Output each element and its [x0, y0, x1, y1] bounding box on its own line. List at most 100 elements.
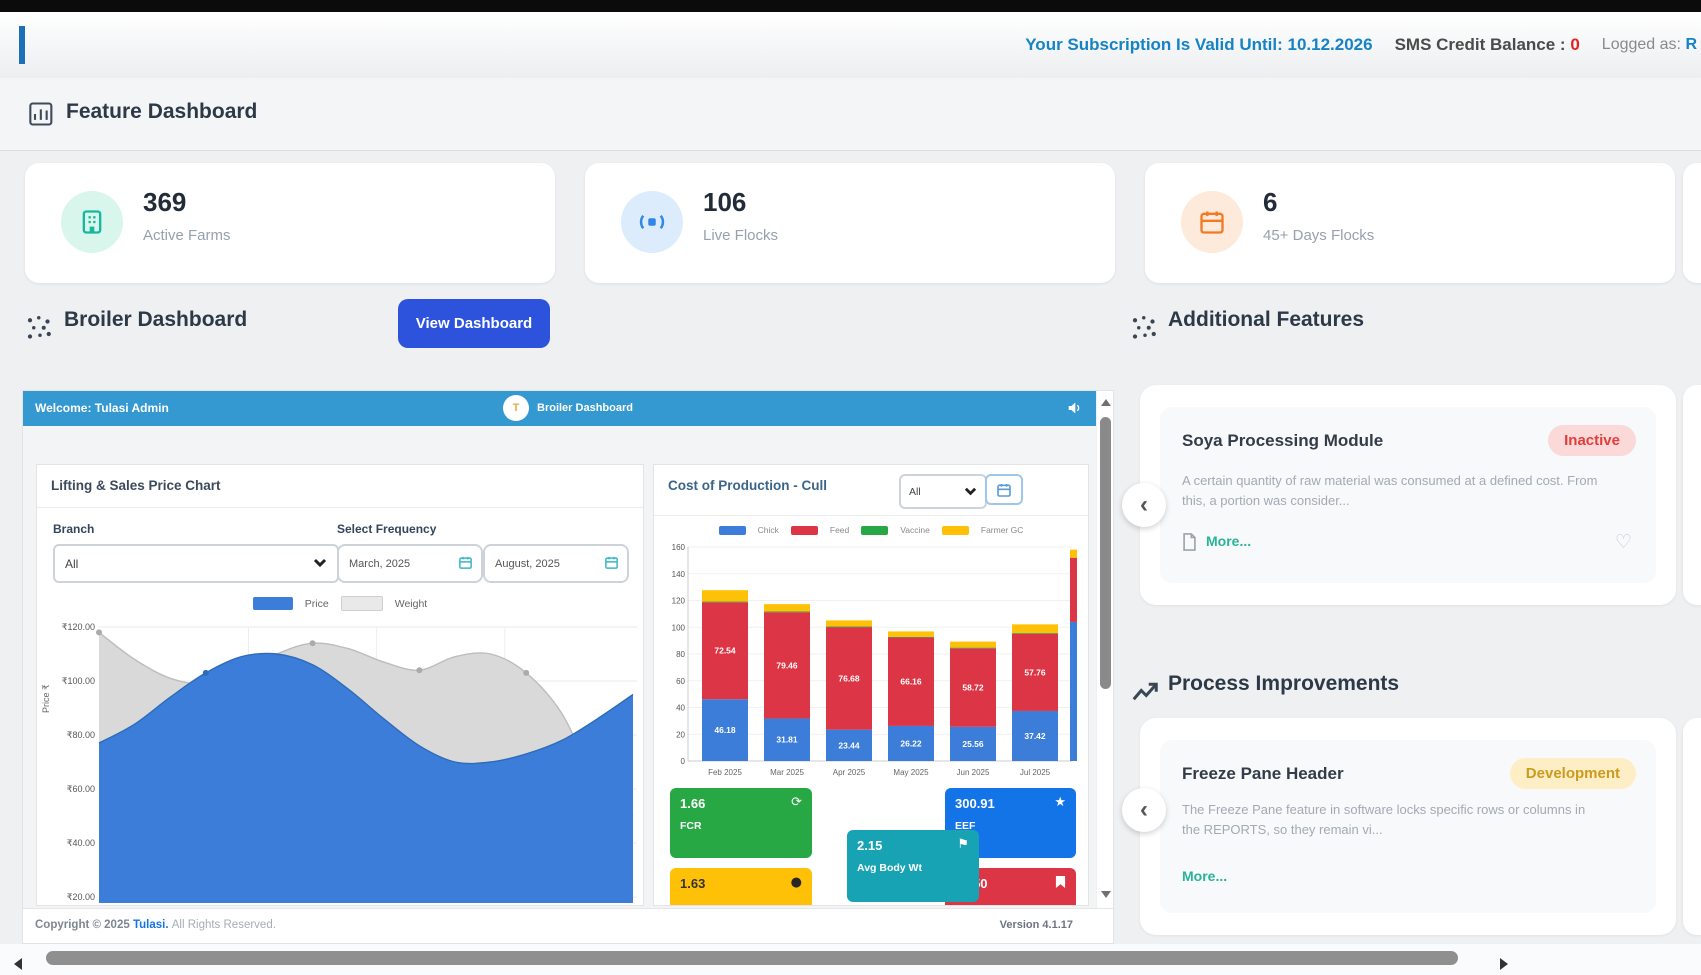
weight-legend-label: Weight	[395, 598, 428, 610]
svg-text:26.22: 26.22	[900, 738, 922, 748]
embedded-header-bar: Welcome: Tulasi Admin T Broiler Dashboar…	[23, 391, 1096, 426]
svg-text:46.18: 46.18	[714, 725, 736, 735]
star-icon: ★	[1054, 795, 1066, 810]
view-dashboard-button[interactable]: View Dashboard	[398, 299, 550, 348]
farmer-gc-swatch	[942, 526, 969, 535]
svg-text:23.44: 23.44	[838, 740, 860, 750]
svg-text:60: 60	[676, 677, 685, 686]
cost-stacked-bar-chart: 02040608010012014016046.1872.54Feb 20253…	[660, 539, 1080, 785]
svg-text:120: 120	[672, 597, 686, 606]
stat-card-45-days-flocks: 6 45+ Days Flocks	[1145, 163, 1675, 283]
bar-chart-icon	[28, 100, 56, 128]
horizontal-scrollbar[interactable]	[0, 944, 1701, 975]
bookmark-icon	[1055, 875, 1066, 889]
branch-select[interactable]: All	[53, 544, 339, 583]
date-from-input[interactable]: March, 2025	[337, 544, 483, 583]
calendar-icon	[604, 555, 619, 570]
embedded-footer: Copyright © 2025 Tulasi. All Rights Rese…	[23, 908, 1113, 944]
cost-filter-select[interactable]: All	[899, 474, 987, 509]
lifting-sales-panel: Lifting & Sales Price Chart Branch Selec…	[36, 464, 644, 906]
kpi-avg-body-wt: 2.15 ⚑ Avg Body Wt	[847, 830, 979, 902]
vertical-scroll-thumb[interactable]	[1100, 417, 1111, 689]
svg-text:20: 20	[676, 730, 685, 739]
svg-text:80: 80	[676, 650, 685, 659]
sparkle-dots-icon	[1130, 314, 1160, 344]
cost-calendar-button[interactable]	[985, 474, 1023, 505]
frequency-label: Select Frequency	[337, 522, 436, 536]
stat-value: 369	[143, 187, 186, 218]
top-black-bar	[0, 0, 1701, 12]
subscription-text: Your Subscription Is Valid Until: 10.12.…	[1025, 35, 1372, 55]
vaccine-swatch	[861, 526, 888, 535]
status-badge-inactive: Inactive	[1548, 425, 1636, 456]
copyright-text: Copyright © 2025 Tulasi. All Rights Rese…	[35, 919, 276, 931]
stat-value: 6	[1263, 187, 1277, 218]
live-icon	[621, 191, 683, 253]
svg-text:72.54: 72.54	[714, 646, 736, 656]
svg-text:31.81: 31.81	[776, 735, 798, 745]
more-link[interactable]: More...	[1182, 868, 1227, 884]
svg-text:Feb 2025: Feb 2025	[708, 768, 742, 777]
carousel-prev-button[interactable]: ‹	[1122, 483, 1166, 527]
building-icon	[61, 191, 123, 253]
feed-swatch	[791, 526, 818, 535]
scroll-down-arrow-icon[interactable]	[1101, 891, 1111, 898]
lifting-legend: Price Weight	[37, 596, 643, 611]
scroll-up-arrow-icon[interactable]	[1101, 399, 1111, 406]
stat-card-active-farms: 369 Active Farms	[25, 163, 555, 283]
feature-card-description: The Freeze Pane feature in software lock…	[1182, 800, 1602, 840]
svg-text:100: 100	[672, 623, 686, 632]
svg-text:160: 160	[672, 543, 686, 552]
horizontal-scroll-thumb[interactable]	[46, 951, 1458, 965]
logged-as-text: Logged as: R	[1602, 36, 1697, 54]
carousel-prev-button[interactable]: ‹	[1122, 788, 1166, 832]
lifting-panel-title: Lifting & Sales Price Chart	[51, 478, 221, 493]
stat-label: Active Farms	[143, 227, 231, 244]
cost-panel-title: Cost of Production - Cull	[668, 478, 827, 493]
feature-card-title: Soya Processing Module	[1182, 431, 1383, 451]
svg-text:₹20.00: ₹20.00	[67, 892, 95, 902]
embedded-title: Broiler Dashboard	[537, 402, 633, 414]
sync-icon: ⟳	[791, 795, 802, 810]
cost-legend: Chick Feed Vaccine Farmer GC	[654, 525, 1088, 535]
svg-text:57.76: 57.76	[1024, 667, 1046, 677]
svg-text:76.68: 76.68	[838, 673, 860, 683]
embedded-header-center: T Broiler Dashboard	[503, 395, 633, 421]
speaker-icon[interactable]	[1066, 400, 1082, 416]
status-badge-development: Development	[1510, 758, 1636, 789]
trending-up-icon	[1130, 678, 1160, 708]
stat-card-partial	[1683, 163, 1701, 283]
embedded-dashboard-frame: Welcome: Tulasi Admin T Broiler Dashboar…	[22, 390, 1114, 944]
vaccine-legend-label: Vaccine	[900, 525, 930, 535]
price-legend-label: Price	[305, 598, 329, 610]
svg-text:25.56: 25.56	[962, 739, 984, 749]
calendar-icon	[458, 555, 473, 570]
scroll-left-arrow-icon[interactable]	[14, 958, 22, 970]
feature-dashboard-header: Feature Dashboard	[0, 78, 1701, 151]
svg-text:Jul 2025: Jul 2025	[1020, 768, 1051, 777]
lifting-panel-header: Lifting & Sales Price Chart	[37, 465, 643, 508]
freeze-pane-card: Freeze Pane Header Development The Freez…	[1160, 740, 1656, 913]
svg-text:Jun 2025: Jun 2025	[957, 768, 990, 777]
process-improvements-title: Process Improvements	[1168, 672, 1399, 696]
svg-text:₹100.00: ₹100.00	[62, 676, 95, 686]
feature-card-description: A certain quantity of raw material was c…	[1182, 471, 1602, 511]
stat-label: 45+ Days Flocks	[1263, 227, 1374, 244]
chick-legend-label: Chick	[758, 525, 779, 535]
divider	[654, 515, 1088, 516]
date-to-input[interactable]: August, 2025	[483, 544, 629, 583]
svg-text:140: 140	[672, 570, 686, 579]
scroll-right-arrow-icon[interactable]	[1500, 958, 1508, 970]
soya-module-card: Soya Processing Module Inactive A certai…	[1160, 407, 1656, 583]
svg-text:₹60.00: ₹60.00	[67, 784, 95, 794]
additional-features-title: Additional Features	[1168, 308, 1364, 332]
heart-icon[interactable]: ♡	[1615, 531, 1632, 554]
version-text: Version 4.1.17	[1000, 919, 1073, 931]
kpi-fcr: 1.66 ⟳ FCR	[670, 788, 812, 858]
feature-card-title: Freeze Pane Header	[1182, 764, 1344, 784]
calendar-icon	[1181, 191, 1243, 253]
more-link[interactable]: More...	[1206, 533, 1251, 549]
brand-link[interactable]: Tulasi.	[133, 919, 169, 931]
frame-vertical-scrollbar[interactable]	[1096, 391, 1114, 908]
sms-credit-value: 0	[1570, 35, 1579, 54]
